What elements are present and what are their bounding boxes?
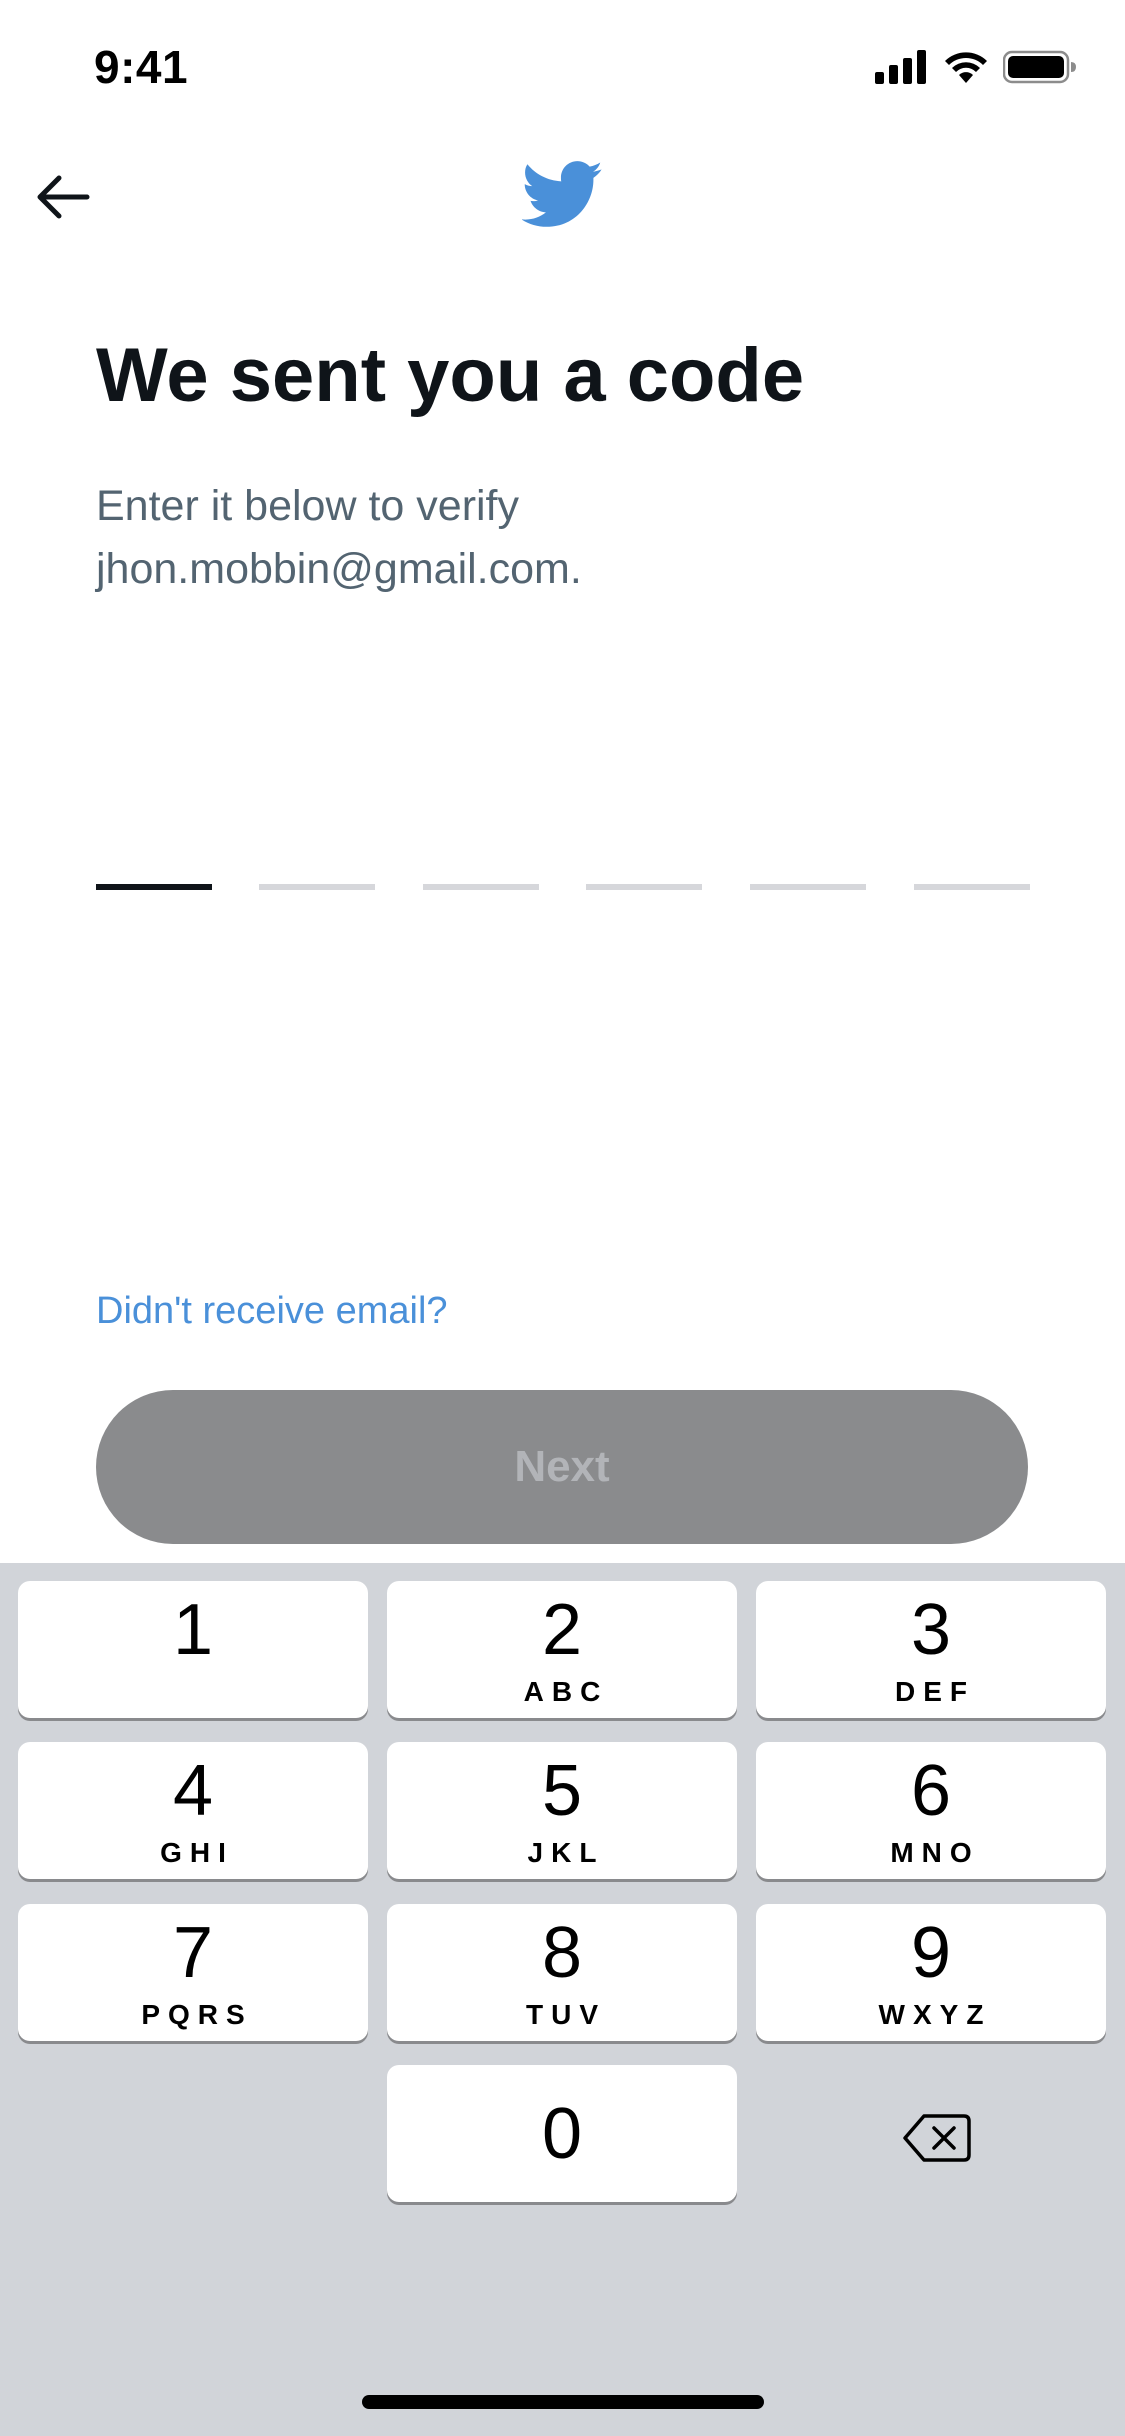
keypad-key-8[interactable]: 8 TUV [387, 1904, 737, 2041]
key-letters: ABC [523, 1675, 609, 1707]
next-button[interactable]: Next [96, 1390, 1028, 1544]
keypad-delete-button[interactable] [882, 2098, 992, 2178]
home-indicator[interactable] [362, 2395, 764, 2409]
slot-underline [750, 884, 866, 890]
wifi-icon [945, 52, 987, 83]
status-bar: 9:41 [0, 0, 1125, 140]
instructions-line: Enter it below to verify [96, 482, 520, 530]
top-navigation [0, 140, 1125, 260]
status-time: 9:41 [94, 41, 189, 93]
battery-icon [1003, 50, 1076, 84]
email-address: jhon.mobbin@gmail.com. [96, 545, 582, 593]
key-digit: 1 [172, 1589, 214, 1670]
slot-underline [423, 884, 539, 890]
keypad-key-7[interactable]: 7 PQRS [18, 1904, 368, 2041]
code-digit-slot-5[interactable] [750, 800, 866, 890]
code-digit-slot-4[interactable] [586, 800, 702, 890]
twitter-bird-icon [522, 161, 603, 227]
arrow-left-icon [37, 175, 90, 219]
key-digit: 4 [172, 1750, 214, 1831]
keypad-key-2[interactable]: 2 ABC [387, 1581, 737, 1718]
keypad-key-1[interactable]: 1 [18, 1581, 368, 1718]
keypad-key-3[interactable]: 3 DEF [756, 1581, 1106, 1718]
code-digit-slot-6[interactable] [914, 800, 1030, 890]
key-letters: TUV [526, 1998, 606, 2030]
slot-underline [96, 884, 212, 890]
keypad-key-9[interactable]: 9 WXYZ [756, 1904, 1106, 2041]
key-letters: JKL [527, 1836, 605, 1868]
backspace-icon [903, 2114, 971, 2162]
key-letters: DEF [895, 1675, 975, 1707]
keypad-key-0[interactable]: 0 [387, 2065, 737, 2202]
key-letters [189, 1676, 197, 1706]
keypad-key-6[interactable]: 6 MNO [756, 1742, 1106, 1879]
key-digit: 2 [541, 1589, 583, 1670]
key-digit: 9 [910, 1912, 952, 1993]
key-digit: 5 [541, 1750, 583, 1831]
code-digit-slot-3[interactable] [423, 800, 539, 890]
status-icons [875, 50, 1077, 84]
verification-instructions: Enter it below to verify jhon.mobbin@gma… [96, 475, 996, 601]
keypad-key-5[interactable]: 5 JKL [387, 1742, 737, 1879]
key-letters: MNO [890, 1836, 980, 1868]
key-digit: 8 [541, 1912, 583, 1993]
back-button[interactable] [28, 162, 98, 232]
key-digit: 7 [172, 1912, 214, 1993]
slot-underline [914, 884, 1030, 890]
page-title: We sent you a code [96, 333, 805, 418]
cellular-signal-icon [875, 50, 926, 84]
resend-email-link[interactable]: Didn't receive email? [96, 1290, 448, 1333]
key-letters: GHI [160, 1836, 234, 1868]
key-letters: PQRS [141, 1998, 253, 2030]
key-digit: 0 [541, 2093, 583, 2174]
keypad-key-4[interactable]: 4 GHI [18, 1742, 368, 1879]
verification-code-input[interactable] [96, 800, 1030, 890]
code-digit-slot-2[interactable] [259, 800, 375, 890]
key-digit: 3 [910, 1589, 952, 1670]
slot-underline [586, 884, 702, 890]
key-letters: WXYZ [878, 1998, 992, 2030]
key-digit: 6 [910, 1750, 952, 1831]
slot-underline [259, 884, 375, 890]
code-digit-slot-1[interactable] [96, 800, 212, 890]
